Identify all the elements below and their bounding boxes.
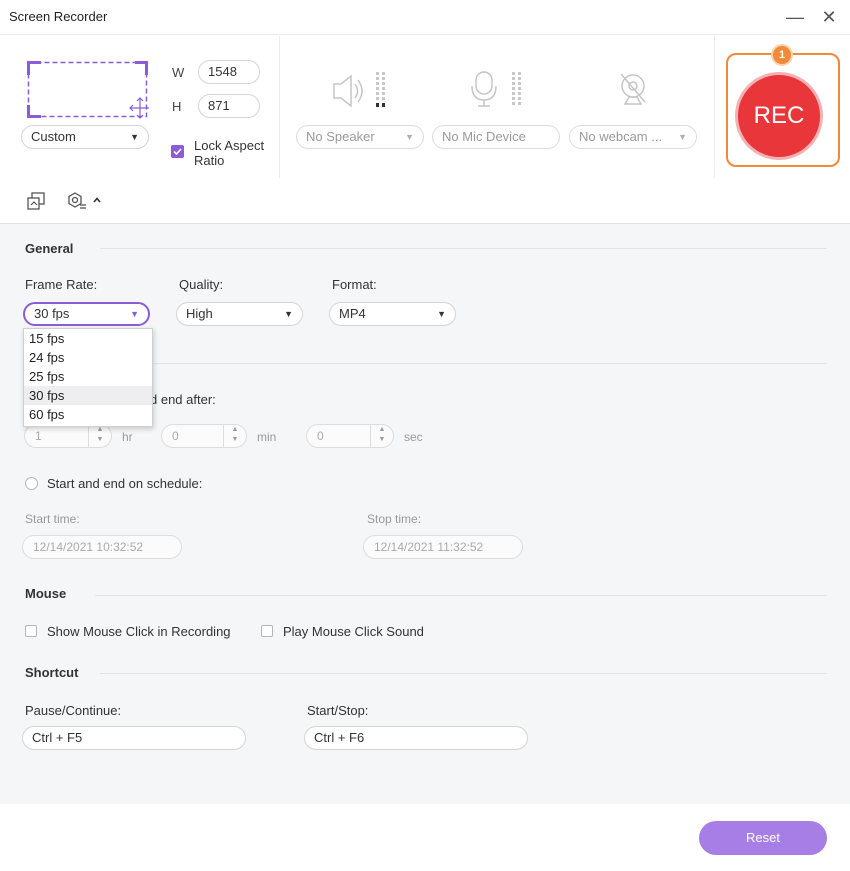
fps-option-60[interactable]: 60 fps: [24, 405, 152, 424]
divider: [95, 595, 827, 596]
second-value: 0: [317, 429, 324, 443]
capture-mode-select[interactable]: Custom ▼: [21, 125, 149, 149]
stepper-arrows-icon[interactable]: ▲ ▼: [370, 425, 393, 447]
minute-value: 0: [172, 429, 179, 443]
microphone-select[interactable]: No Mic Device: [432, 125, 560, 149]
close-button[interactable]: ✕: [818, 6, 840, 28]
frame-rate-dropdown: 15 fps 24 fps 25 fps 30 fps 60 fps: [23, 328, 153, 427]
stepper-arrows-icon[interactable]: ▲ ▼: [88, 425, 111, 447]
start-stop-label: Start/Stop:: [307, 703, 369, 718]
speaker-icon: [331, 72, 391, 113]
settings-icon[interactable]: [66, 191, 102, 214]
webcam-value: No webcam ...: [579, 129, 663, 144]
width-label: W: [172, 65, 185, 80]
chevron-down-icon: ▼: [678, 132, 687, 142]
chevron-down-icon: ▼: [284, 309, 293, 319]
microphone-icon: [470, 70, 530, 113]
chevron-down-icon: ▼: [437, 309, 446, 319]
speaker-value: No Speaker: [306, 129, 375, 144]
speaker-select[interactable]: No Speaker ▼: [296, 125, 424, 149]
capture-area-icon[interactable]: [27, 61, 149, 119]
lock-aspect-label-line2: Ratio: [194, 153, 225, 168]
divider: [279, 36, 280, 178]
start-stop-shortcut-input[interactable]: Ctrl + F6: [304, 726, 528, 750]
minute-unit: min: [257, 430, 277, 444]
format-label: Format:: [332, 277, 377, 292]
title-bar: [0, 0, 850, 34]
divider: [100, 673, 827, 674]
hour-value: 1: [35, 429, 42, 443]
chevron-down-icon: ▼: [130, 132, 139, 142]
fps-option-15[interactable]: 15 fps: [24, 329, 152, 348]
frame-rate-value: 30 fps: [34, 306, 70, 321]
frame-rate-label: Frame Rate:: [25, 277, 98, 292]
microphone-value: No Mic Device: [442, 129, 526, 144]
height-input[interactable]: 871: [198, 94, 260, 118]
stop-time-input[interactable]: 12/14/2021 11:32:52: [363, 535, 523, 559]
stepper-arrows-icon[interactable]: ▲ ▼: [223, 425, 246, 447]
pause-continue-shortcut-input[interactable]: Ctrl + F5: [22, 726, 246, 750]
quality-label: Quality:: [179, 277, 224, 292]
checkmark-icon: [173, 148, 182, 156]
show-mouse-click-label: Show Mouse Click in Recording: [47, 624, 231, 639]
stop-time-label: Stop time:: [367, 512, 422, 526]
divider: [714, 36, 715, 178]
chevron-down-icon: ▼: [130, 309, 139, 319]
frame-rate-select[interactable]: 30 fps ▼: [23, 302, 150, 326]
schedule-label: Start and end on schedule:: [47, 476, 203, 491]
end-after-label: d end after:: [150, 392, 216, 407]
divider: [150, 363, 827, 364]
capture-mode-value: Custom: [31, 129, 76, 144]
general-section-title: General: [25, 241, 74, 256]
play-click-sound-checkbox[interactable]: [261, 625, 273, 637]
quality-value: High: [186, 306, 213, 321]
hour-stepper[interactable]: 1 ▲ ▼: [24, 424, 112, 448]
start-time-input[interactable]: 12/14/2021 10:32:52: [22, 535, 182, 559]
pause-continue-label: Pause/Continue:: [25, 703, 122, 718]
step-badge: 1: [771, 44, 793, 66]
fps-option-25[interactable]: 25 fps: [24, 367, 152, 386]
chevron-down-icon: ▼: [405, 132, 414, 142]
play-click-sound-label: Play Mouse Click Sound: [283, 624, 424, 639]
lock-aspect-label: Lock Aspect Ratio: [194, 138, 264, 168]
lock-aspect-label-line1: Lock Aspect: [194, 138, 265, 153]
show-mouse-click-checkbox[interactable]: [25, 625, 37, 637]
lock-aspect-checkbox[interactable]: [171, 145, 184, 158]
hour-unit: hr: [122, 430, 133, 444]
toolbar: [0, 180, 850, 224]
webcam-off-icon: [617, 72, 651, 111]
start-time-label: Start time:: [25, 512, 80, 526]
screenshot-icon[interactable]: [26, 191, 46, 214]
fps-option-30[interactable]: 30 fps: [24, 386, 152, 405]
fps-option-24[interactable]: 24 fps: [24, 348, 152, 367]
webcam-select[interactable]: No webcam ... ▼: [569, 125, 697, 149]
width-input[interactable]: 1548: [198, 60, 260, 84]
reset-button[interactable]: Reset: [699, 821, 827, 855]
height-label: H: [172, 99, 182, 114]
divider: [100, 248, 827, 249]
minute-stepper[interactable]: 0 ▲ ▼: [161, 424, 247, 448]
minimize-button[interactable]: —: [784, 6, 806, 28]
format-value: MP4: [339, 306, 366, 321]
window-title: Screen Recorder: [9, 9, 108, 24]
second-stepper[interactable]: 0 ▲ ▼: [306, 424, 394, 448]
mouse-section-title: Mouse: [25, 586, 67, 601]
quality-select[interactable]: High ▼: [176, 302, 303, 326]
second-unit: sec: [404, 430, 423, 444]
shortcut-section-title: Shortcut: [25, 665, 79, 680]
schedule-radio[interactable]: [25, 477, 38, 490]
rec-button[interactable]: REC: [735, 72, 823, 160]
format-select[interactable]: MP4 ▼: [329, 302, 456, 326]
